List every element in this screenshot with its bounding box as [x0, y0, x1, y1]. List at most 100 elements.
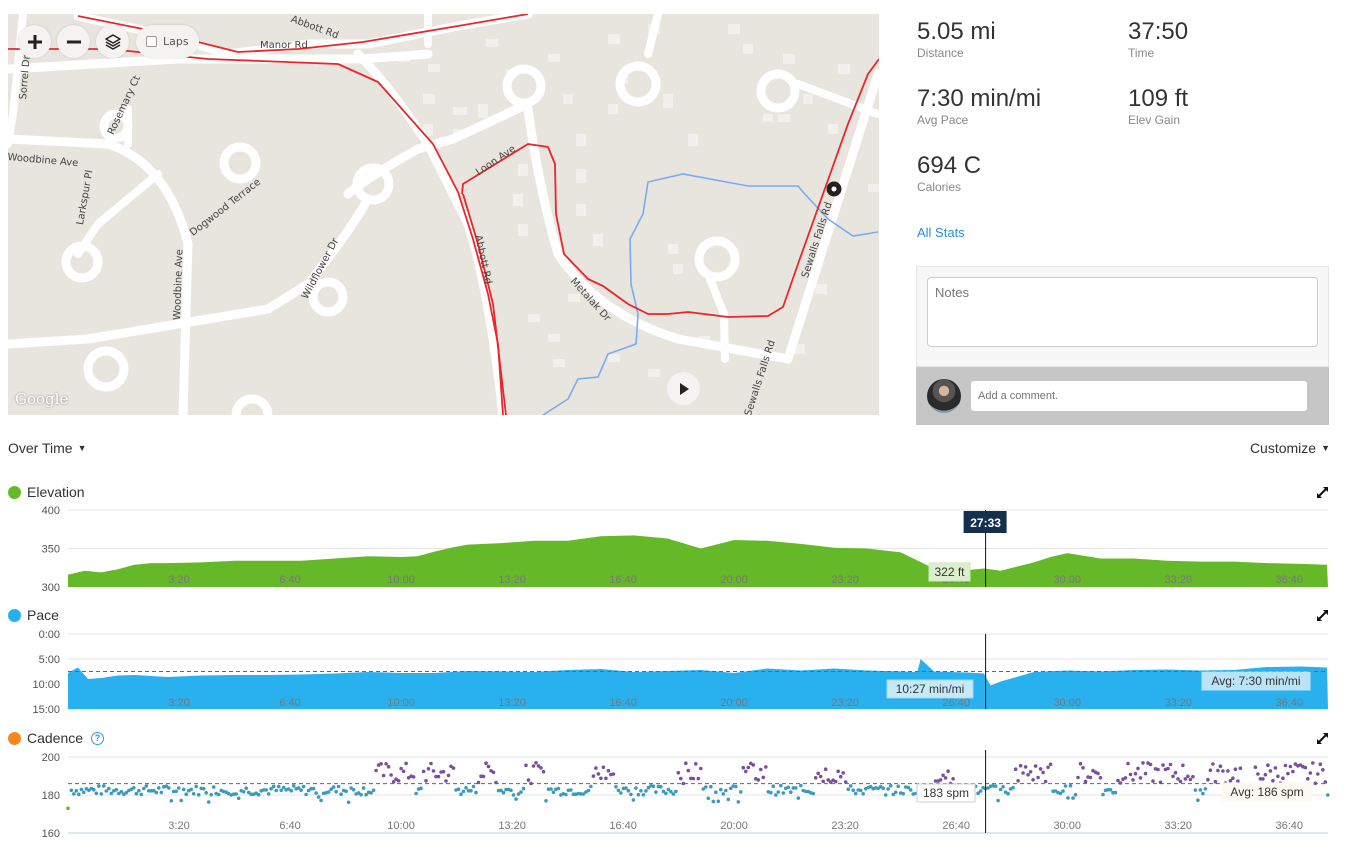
- cadence-point: [684, 761, 688, 765]
- cadence-point: [644, 789, 648, 793]
- x-tick-label: 6:40: [279, 820, 300, 832]
- cadence-point: [1018, 763, 1023, 768]
- customize-dropdown[interactable]: Customize ▼: [1250, 440, 1330, 456]
- pace-chart[interactable]: 0:00 5:00 10:00 15:00 3:20 6:40 10:00 13:20 16:4…: [0, 626, 1346, 716]
- x-tick-label: 20:00: [720, 820, 748, 832]
- cadence-point: [853, 791, 858, 796]
- zoom-in-button[interactable]: [18, 25, 51, 58]
- layers-button[interactable]: [96, 25, 129, 58]
- cadence-point: [371, 788, 376, 793]
- cadence-point: [659, 785, 663, 789]
- route-map[interactable]: Manor Rd Abbott Rd Abbott Rd Rosemary Ct…: [8, 14, 879, 415]
- all-stats-link[interactable]: All Stats: [917, 225, 965, 240]
- cadence-point: [883, 793, 888, 797]
- cadence-point: [691, 776, 696, 781]
- stat-label: Distance: [917, 46, 964, 60]
- cadence-point: [739, 790, 743, 794]
- cadence-point: [196, 793, 201, 797]
- cadence-point: [599, 776, 603, 781]
- cadence-point: [759, 767, 763, 772]
- cadence-point: [66, 806, 70, 811]
- help-icon[interactable]: ?: [91, 731, 105, 745]
- cadence-point: [137, 788, 141, 793]
- cadence-point: [1263, 772, 1268, 777]
- cadence-point: [414, 791, 418, 796]
- cadence-point: [549, 787, 553, 791]
- laps-toggle[interactable]: Laps: [136, 25, 199, 58]
- cadence-point: [1188, 777, 1193, 782]
- cadence-point: [419, 786, 423, 791]
- cadence-point: [209, 793, 213, 797]
- pace-avg-label: Avg: 7:30 min/mi: [1211, 674, 1300, 688]
- stat-time: 37:50 Time: [1128, 18, 1188, 60]
- cadence-point: [1261, 777, 1265, 781]
- cadence-point: [779, 783, 783, 788]
- cadence-point: [319, 798, 323, 803]
- cadence-point: [464, 786, 468, 790]
- x-tick-label: 33:20: [1164, 697, 1192, 709]
- cadence-point: [724, 788, 728, 793]
- elevation-chart[interactable]: 400 350 300 3:20 6:40 10:00 13:20 16:40 20:00 23:…: [0, 505, 1346, 595]
- laps-checkbox[interactable]: [146, 36, 157, 47]
- cadence-point: [301, 784, 306, 789]
- expand-icon[interactable]: [1316, 732, 1329, 745]
- cadence-point: [351, 787, 356, 792]
- cadence-point: [998, 787, 1003, 792]
- cadence-point: [1283, 763, 1288, 768]
- pace-tooltip: 10:27 min/mi: [896, 682, 965, 696]
- pace-area: [68, 659, 1328, 709]
- cadence-point: [851, 788, 855, 792]
- cadence-point: [429, 761, 433, 766]
- x-tick-label: 30:00: [1053, 697, 1081, 709]
- zoom-out-button[interactable]: [57, 25, 90, 58]
- cadence-point: [1291, 769, 1295, 774]
- cadence-point: [1033, 764, 1038, 768]
- cadence-point: [1046, 765, 1050, 770]
- chart-mode-dropdown[interactable]: Over Time ▼: [8, 440, 87, 456]
- cadence-point: [134, 791, 139, 796]
- cadence-point: [234, 792, 238, 796]
- cadence-point: [1181, 763, 1185, 768]
- cadence-point: [619, 791, 623, 795]
- cadence-point: [1023, 765, 1028, 769]
- cadence-point: [1173, 770, 1178, 775]
- cadence-point: [1021, 771, 1025, 775]
- cadence-point: [1071, 796, 1075, 800]
- cadence-point: [379, 762, 383, 766]
- cadence-point: [1161, 763, 1165, 767]
- cadence-point: [1108, 788, 1113, 792]
- cadence-point: [813, 776, 818, 780]
- cadence-point: [1286, 771, 1290, 776]
- play-route-button[interactable]: [667, 372, 700, 405]
- cadence-point: [1041, 770, 1045, 775]
- cadence-point: [264, 788, 269, 792]
- cadence-point: [888, 783, 893, 788]
- cadence-point: [1171, 774, 1175, 779]
- cadence-point: [184, 792, 188, 796]
- cadence-point: [1166, 766, 1170, 771]
- cadence-point: [794, 786, 798, 790]
- cadence-point: [1226, 769, 1230, 773]
- cadence-point: [596, 772, 601, 776]
- elevation-legend-dot: [8, 485, 21, 499]
- cadence-point: [721, 792, 726, 796]
- expand-icon[interactable]: [1316, 486, 1329, 499]
- notes-input[interactable]: [927, 277, 1318, 347]
- cadence-point: [486, 764, 491, 769]
- comment-input[interactable]: [971, 381, 1307, 411]
- cadence-point: [154, 790, 159, 795]
- cadence-point: [1026, 773, 1030, 777]
- y-tick-label: 15:00: [32, 704, 60, 716]
- cadence-point: [524, 763, 528, 768]
- cadence-point: [816, 771, 820, 776]
- cadence-point: [823, 767, 828, 771]
- cadence-point: [736, 800, 741, 804]
- y-tick-label: 5:00: [39, 654, 60, 666]
- expand-icon[interactable]: [1316, 609, 1329, 622]
- x-tick-label: 10:00: [387, 697, 415, 709]
- cadence-chart[interactable]: 200 180 160 3:20 6:40 10:00 13:20 16:40 20:00 23:…: [0, 750, 1346, 845]
- cadence-point: [846, 787, 850, 792]
- cadence-point: [1313, 781, 1318, 786]
- cadence-point: [436, 774, 441, 779]
- cadence-point: [634, 786, 638, 790]
